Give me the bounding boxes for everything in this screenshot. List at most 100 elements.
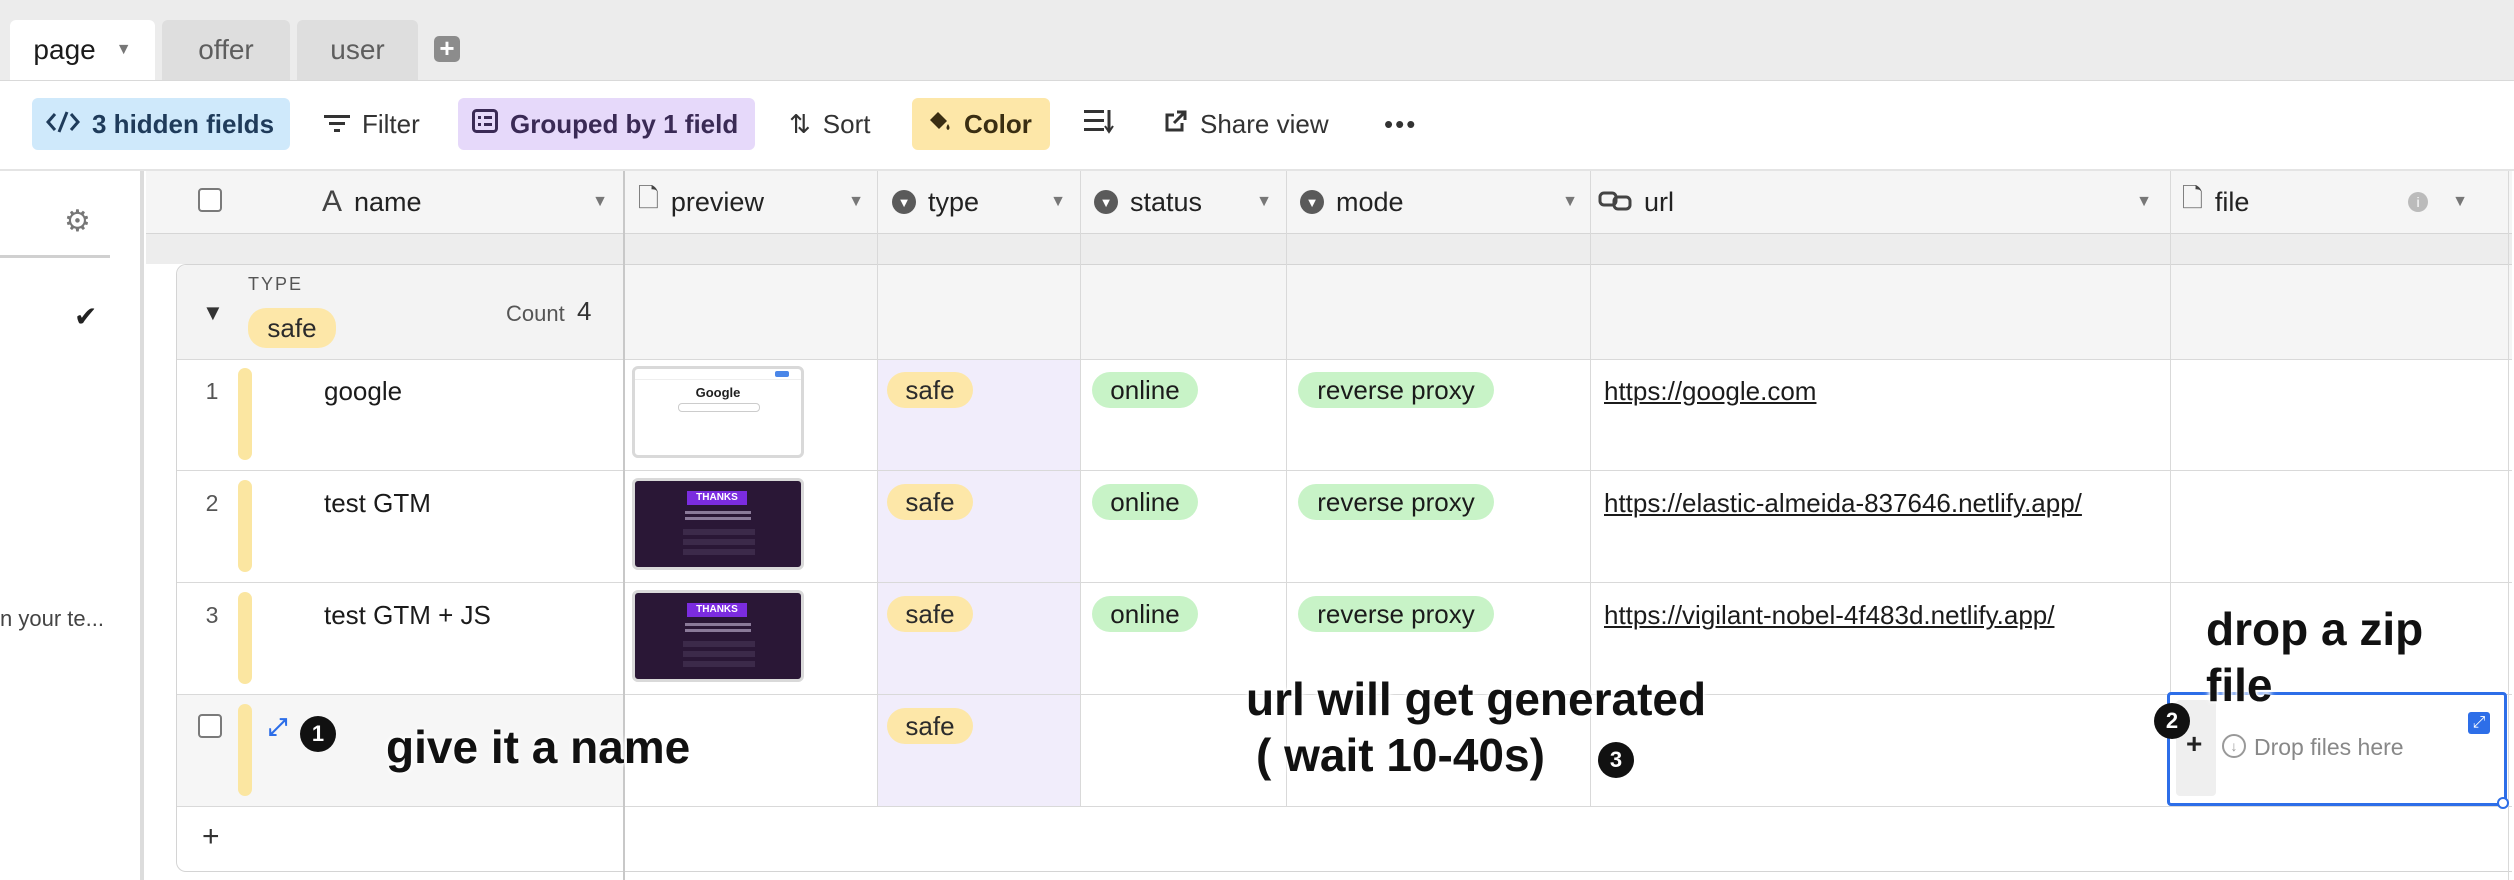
type-badge: safe (887, 596, 973, 632)
checkmark-icon: ✔ (74, 301, 98, 332)
add-table-icon[interactable]: + (434, 35, 460, 62)
row-divider (177, 806, 2512, 807)
annotation-file-hint-line1: drop a zip (2206, 603, 2424, 655)
thumb-text-line (685, 623, 751, 626)
annotation-badge-2: 2 (2154, 703, 2190, 739)
tab-page[interactable]: page ▼ (10, 20, 155, 80)
expand-record-icon[interactable]: ⤢ (268, 714, 287, 742)
tab-offer[interactable]: offer (162, 20, 290, 80)
hide-fields-icon (46, 109, 80, 140)
info-icon[interactable]: i (2408, 192, 2428, 212)
sidebar-divider (0, 255, 110, 258)
row-name[interactable]: test GTM + JS (324, 600, 491, 631)
plus-icon: + (2186, 728, 2203, 759)
column-header-mode[interactable]: ▼ mode ▼ (1300, 171, 1592, 233)
row-checkbox[interactable] (198, 714, 222, 738)
thumb-list-item (683, 529, 755, 535)
column-header-name[interactable]: A name ▼ (322, 171, 622, 233)
hidden-fields-button[interactable]: 3 hidden fields (32, 98, 290, 150)
thumb-google-logo: Google (695, 385, 741, 400)
mode-badge: reverse proxy (1298, 596, 1494, 632)
row-name[interactable]: test GTM (324, 488, 431, 519)
chevron-down-icon[interactable]: ▼ (1256, 193, 1272, 211)
chevron-down-icon[interactable]: ▼ (1562, 193, 1578, 211)
url-link[interactable]: https://google.com (1604, 376, 1816, 407)
thumb-text-line (685, 629, 751, 632)
group-count-label: Count (506, 301, 565, 326)
type-label: safe (905, 374, 955, 405)
sort-button[interactable]: ⇅ Sort (775, 98, 895, 150)
row-number: 3 (205, 602, 219, 628)
column-label: preview (670, 186, 764, 217)
column-label: type (928, 186, 980, 217)
color-button[interactable]: Color (912, 98, 1050, 150)
type-badge: safe (887, 484, 973, 520)
preview-thumbnail[interactable]: THANKS (632, 478, 804, 570)
hidden-fields-label: 3 hidden fields (92, 108, 275, 139)
column-label: name (354, 186, 422, 217)
column-header-file[interactable]: 🗋 file i ▼ (2182, 171, 2482, 233)
expand-cell-icon[interactable]: ⤢ (2468, 712, 2490, 734)
row-divider (177, 359, 2512, 360)
type-badge: safe (887, 708, 973, 744)
tab-label: user (330, 34, 385, 65)
single-select-icon: ▼ (892, 190, 916, 214)
column-divider (2508, 171, 2509, 880)
chevron-down-icon[interactable]: ▼ (2452, 193, 2468, 211)
row-name[interactable]: google (324, 376, 402, 407)
type-label: safe (905, 598, 955, 629)
column-header-preview[interactable]: 🗋 preview ▼ (638, 171, 878, 233)
select-all-checkbox[interactable] (198, 188, 222, 212)
fill-handle[interactable] (2497, 797, 2509, 809)
url-link[interactable]: https://vigilant-nobel-4f483d.netlify.ap… (1604, 600, 2054, 631)
preview-thumbnail[interactable]: Google (632, 366, 804, 458)
single-select-icon: ▼ (1094, 190, 1118, 214)
group-button[interactable]: Grouped by 1 field (458, 98, 755, 150)
column-header-type[interactable]: ▼ type ▼ (892, 171, 1080, 233)
status-label: online (1110, 374, 1180, 405)
column-label: status (1130, 186, 1203, 217)
chevron-down-icon[interactable]: ▼ (2136, 193, 2152, 211)
filter-button[interactable]: Filter (310, 98, 440, 150)
more-icon: ••• (1384, 108, 1418, 139)
thumb-list-item (683, 641, 755, 647)
document-icon: 🗋 (2182, 183, 2203, 213)
document-icon: 🗋 (638, 183, 659, 213)
column-header-url[interactable]: url ▼ (1598, 171, 2166, 233)
group-icon (472, 108, 498, 140)
add-row-button[interactable]: + (202, 820, 220, 854)
row-number: 2 (205, 490, 219, 516)
column-header-status[interactable]: ▼ status ▼ (1094, 171, 1286, 233)
more-options-button[interactable]: ••• (1370, 98, 1426, 150)
group-header-summary (624, 265, 2512, 359)
mode-label: reverse proxy (1317, 598, 1475, 629)
thumb-signin-button (775, 371, 789, 377)
row-divider (177, 470, 2512, 471)
mode-label: reverse proxy (1317, 486, 1475, 517)
paint-bucket-icon (926, 108, 952, 141)
tab-user[interactable]: user (297, 20, 418, 80)
row-height-icon (1084, 108, 1114, 141)
column-label: mode (1336, 186, 1404, 217)
text-field-icon: A (322, 185, 343, 218)
row-number: 1 (205, 378, 219, 404)
share-view-button[interactable]: Share view (1150, 98, 1350, 150)
chevron-down-icon[interactable]: ▼ (592, 193, 608, 211)
type-badge: safe (887, 372, 973, 408)
download-icon: ↓ (2222, 734, 2246, 758)
mode-label: reverse proxy (1317, 374, 1475, 405)
thumb-list-item (683, 661, 755, 667)
row-height-button[interactable] (1070, 98, 1126, 150)
gear-icon[interactable]: ⚙ (64, 204, 91, 239)
chevron-down-icon[interactable]: ▼ (1050, 193, 1066, 211)
preview-thumbnail[interactable]: THANKS (632, 590, 804, 682)
group-spacer (146, 234, 2512, 264)
url-link[interactable]: https://elastic-almeida-837646.netlify.a… (1604, 488, 2082, 519)
mode-badge: reverse proxy (1298, 484, 1494, 520)
grouped-label: Grouped by 1 field (510, 108, 739, 139)
annotation-badge-3: 3 (1598, 742, 1634, 778)
row-color-bar (238, 592, 252, 684)
collapse-group-icon[interactable]: ▼ (202, 300, 224, 326)
chevron-down-icon[interactable]: ▼ (116, 41, 132, 59)
chevron-down-icon[interactable]: ▼ (848, 193, 864, 211)
